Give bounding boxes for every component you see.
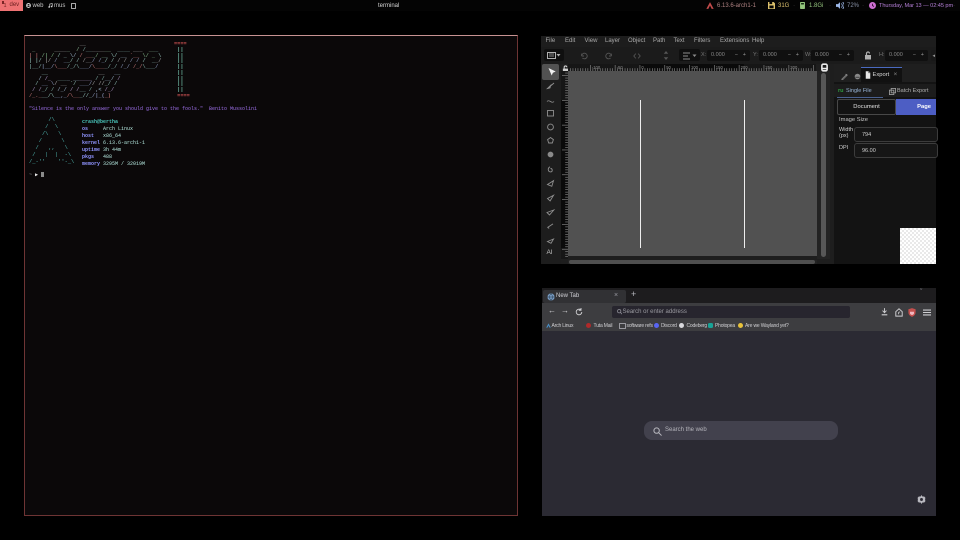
svg-text:150: 150 bbox=[716, 65, 724, 70]
svg-text:300: 300 bbox=[790, 65, 798, 70]
svg-text:-100: -100 bbox=[592, 65, 601, 70]
svg-text:250: 250 bbox=[765, 65, 773, 70]
svg-text:50: 50 bbox=[666, 65, 671, 70]
svg-text:100: 100 bbox=[691, 65, 699, 70]
svg-text:Al: Al bbox=[547, 249, 553, 256]
svg-text:-50: -50 bbox=[617, 65, 624, 70]
svg-text:200: 200 bbox=[741, 65, 749, 70]
